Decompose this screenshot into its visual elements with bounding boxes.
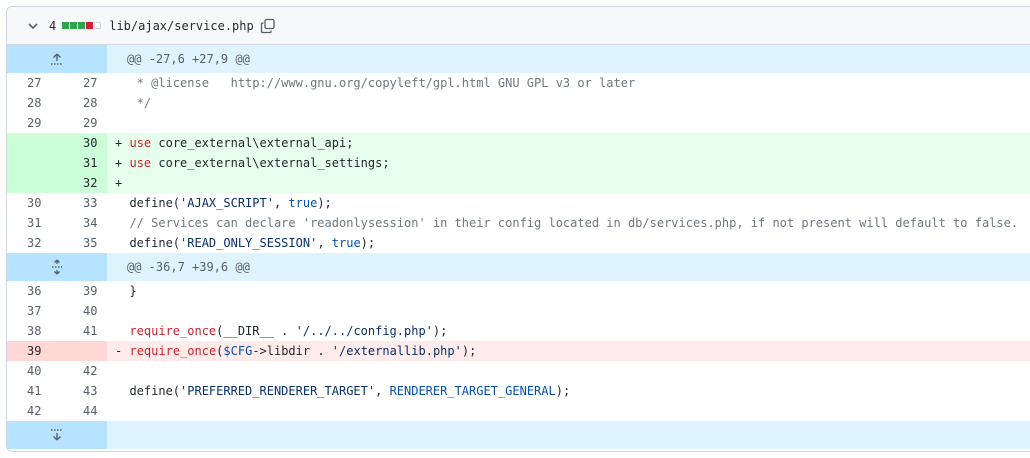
line-code: + use core_external\external_api;: [115, 136, 354, 150]
new-line-number[interactable]: 39: [57, 281, 107, 301]
line-code: */: [129, 96, 152, 110]
file-header: 4 lib/ajax/service.php: [7, 7, 1030, 45]
line-code: - require_once($CFG->libdir . '/external…: [115, 344, 477, 358]
diff-file: 4 lib/ajax/service.php @@ -27,6 +27,9 @@…: [6, 6, 1030, 452]
diff-line: 28 28 */: [7, 93, 1030, 113]
line-code: require_once(__DIR__ . '/../../config.ph…: [129, 324, 448, 338]
line-code: [107, 401, 1030, 421]
new-line-number[interactable]: 34: [57, 213, 107, 233]
old-line-number[interactable]: 42: [7, 401, 57, 421]
chevron-down-icon[interactable]: [25, 18, 41, 34]
old-line-number[interactable]: 29: [7, 113, 57, 133]
line-code: +: [115, 176, 123, 190]
old-line-number[interactable]: 39: [7, 341, 57, 361]
old-line-number[interactable]: 31: [7, 213, 57, 233]
diffstat-block: [94, 22, 102, 29]
old-line-number[interactable]: [7, 173, 57, 193]
new-line-number[interactable]: 41: [57, 321, 107, 341]
expand-down-button[interactable]: [7, 421, 107, 449]
expand-up-icon: [51, 53, 63, 65]
new-line-number[interactable]: 35: [57, 233, 107, 253]
diff-line: 42 44: [7, 401, 1030, 421]
new-line-number[interactable]: 28: [57, 93, 107, 113]
old-line-number[interactable]: 28: [7, 93, 57, 113]
expand-both-button[interactable]: [7, 253, 107, 281]
diff-table: @@ -27,6 +27,9 @@ 27 27 * @license http:…: [7, 45, 1030, 449]
new-line-number[interactable]: 32: [57, 173, 107, 193]
diff-line-added: 30 + use core_external\external_api;: [7, 133, 1030, 153]
new-line-number[interactable]: 44: [57, 401, 107, 421]
diff-line: 41 43 define('PREFERRED_RENDERER_TARGET'…: [7, 381, 1030, 401]
diff-line: 40 42: [7, 361, 1030, 381]
diff-line: 31 34 // Services can declare 'readonlys…: [7, 213, 1030, 233]
diffstat-block: [70, 22, 78, 29]
line-code: [107, 361, 1030, 381]
hunk-footer: [7, 421, 1030, 449]
diff-line-deleted: 39 - require_once($CFG->libdir . '/exter…: [7, 341, 1030, 361]
new-line-number[interactable]: 31: [57, 153, 107, 173]
diff-line: 32 35 define('READ_ONLY_SESSION', true);: [7, 233, 1030, 253]
line-code: define('AJAX_SCRIPT', true);: [129, 196, 332, 210]
line-code: [107, 301, 1030, 321]
diff-line: 27 27 * @license http://www.gnu.org/copy…: [7, 73, 1030, 93]
line-code: define('PREFERRED_RENDERER_TARGET', REND…: [129, 384, 571, 398]
new-line-number[interactable]: 30: [57, 133, 107, 153]
changes-count: 4: [49, 18, 57, 33]
new-line-number[interactable]: 43: [57, 381, 107, 401]
hunk-header-text: @@ -27,6 +27,9 @@: [127, 52, 250, 66]
diffstat-block: [78, 22, 86, 29]
line-code: * @license http://www.gnu.org/copyleft/g…: [129, 76, 636, 90]
line-code: [107, 113, 1030, 133]
old-line-number[interactable]: 36: [7, 281, 57, 301]
old-line-number[interactable]: 27: [7, 73, 57, 93]
old-line-number[interactable]: 40: [7, 361, 57, 381]
line-code: }: [129, 284, 137, 298]
hunk-footer-text: [107, 421, 1030, 449]
new-line-number[interactable]: 29: [57, 113, 107, 133]
old-line-number[interactable]: 37: [7, 301, 57, 321]
old-line-number[interactable]: [7, 153, 57, 173]
diff-line-added: 32 +: [7, 173, 1030, 193]
hunk-header: @@ -36,7 +39,6 @@: [7, 253, 1030, 281]
new-line-number[interactable]: 40: [57, 301, 107, 321]
diff-line: 36 39 }: [7, 281, 1030, 301]
diffstat-block: [62, 22, 70, 29]
file-path[interactable]: lib/ajax/service.php: [109, 19, 254, 33]
expand-up-button[interactable]: [7, 45, 107, 73]
new-line-number[interactable]: 27: [57, 73, 107, 93]
new-line-number[interactable]: 42: [57, 361, 107, 381]
new-line-number[interactable]: 33: [57, 193, 107, 213]
old-line-number[interactable]: [7, 133, 57, 153]
old-line-number[interactable]: 32: [7, 233, 57, 253]
diff-line: 29 29: [7, 113, 1030, 133]
old-line-number[interactable]: 41: [7, 381, 57, 401]
expand-both-icon: [52, 259, 62, 275]
copy-icon[interactable]: [260, 18, 276, 34]
diffstat: [62, 22, 102, 29]
diff-line: 38 41 require_once(__DIR__ . '/../../con…: [7, 321, 1030, 341]
hunk-header-text: @@ -36,7 +39,6 @@: [127, 260, 250, 274]
expand-down-icon: [51, 429, 63, 441]
new-line-number[interactable]: [57, 341, 107, 361]
diffstat-block: [86, 22, 94, 29]
line-code: define('READ_ONLY_SESSION', true);: [129, 236, 376, 250]
diff-line: 30 33 define('AJAX_SCRIPT', true);: [7, 193, 1030, 213]
line-code: + use core_external\external_settings;: [115, 156, 390, 170]
diff-line-added: 31 + use core_external\external_settings…: [7, 153, 1030, 173]
line-code: // Services can declare 'readonlysession…: [129, 216, 1019, 230]
old-line-number[interactable]: 38: [7, 321, 57, 341]
diff-line: 37 40: [7, 301, 1030, 321]
hunk-header: @@ -27,6 +27,9 @@: [7, 45, 1030, 73]
old-line-number[interactable]: 30: [7, 193, 57, 213]
